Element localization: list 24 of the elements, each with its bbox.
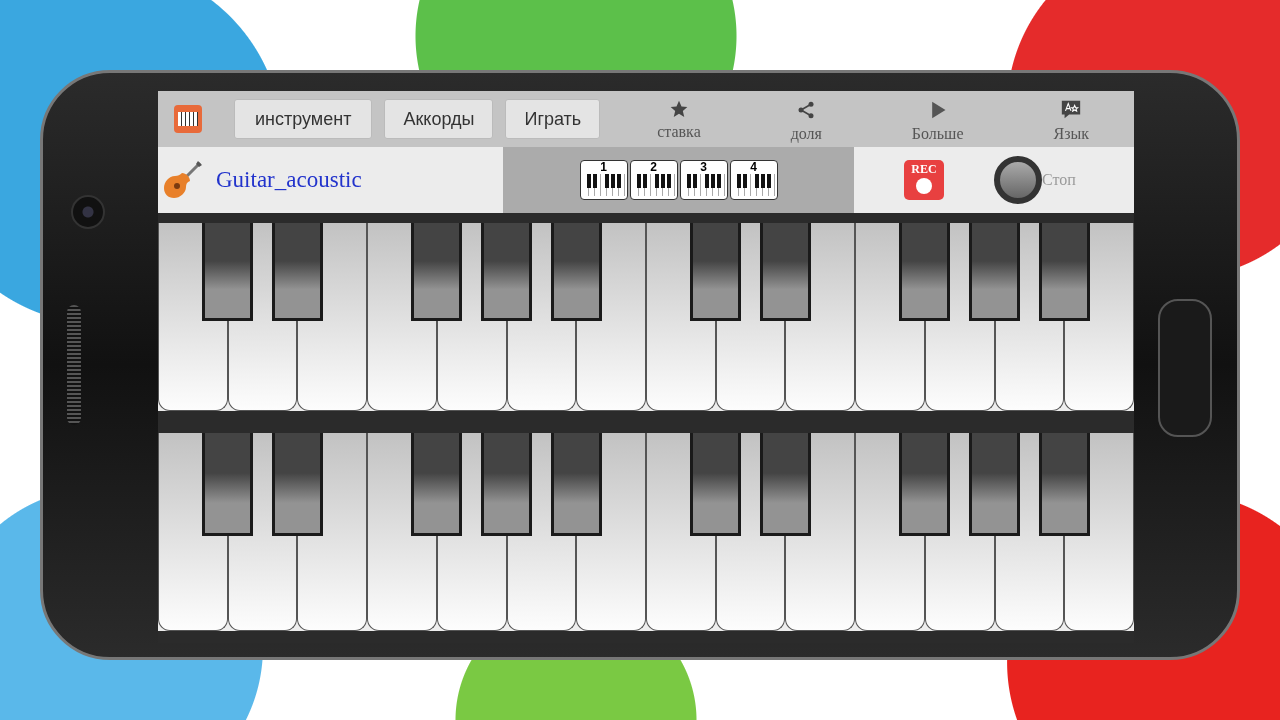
toolbar-button[interactable]: Аккорды — [384, 99, 494, 139]
octave-selector[interactable]: 3 — [679, 160, 728, 200]
octave-selector[interactable]: 4 — [729, 160, 778, 200]
home-button[interactable] — [1158, 299, 1212, 437]
app-icon[interactable] — [174, 105, 202, 133]
stop-label: Стоп — [1042, 171, 1076, 189]
translate-icon — [1060, 99, 1083, 121]
octave-selector[interactable]: 2 — [629, 160, 678, 200]
star-icon — [668, 99, 689, 119]
piano-keyboard-drawing[interactable] — [158, 433, 1134, 631]
instrument-name[interactable]: Guitar_acoustic — [216, 167, 362, 193]
piano-keyboard-drawing[interactable] — [158, 223, 1134, 411]
guitar-icon — [162, 159, 204, 201]
record-button[interactable]: REC — [904, 160, 944, 200]
stop-button[interactable] — [994, 156, 1042, 204]
action-button[interactable]: Больше — [911, 95, 964, 143]
action-button[interactable]: доля — [790, 95, 822, 143]
camera-icon — [71, 195, 105, 229]
octave-selector[interactable]: 1 — [579, 160, 628, 200]
action-button[interactable]: ставка — [657, 95, 701, 143]
action-button[interactable]: Язык — [1053, 95, 1089, 143]
toolbar-button[interactable]: инструмент — [234, 99, 373, 139]
speaker-grille-icon — [67, 305, 81, 425]
toolbar-button[interactable]: Играть — [505, 99, 601, 139]
